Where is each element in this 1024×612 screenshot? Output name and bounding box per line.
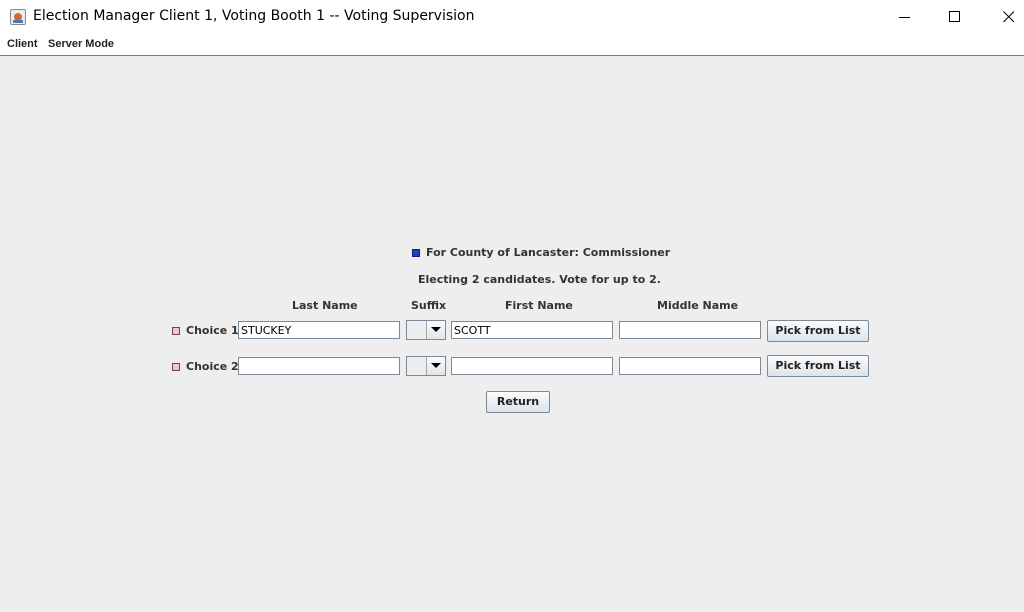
- choice-1-first-name-field[interactable]: SCOTT: [451, 321, 613, 339]
- voting-panel: For County of Lancaster: Commissioner El…: [0, 56, 1024, 612]
- chevron-down-icon: [431, 363, 441, 368]
- menu-client[interactable]: Client: [7, 38, 38, 50]
- minimize-button[interactable]: [882, 0, 928, 35]
- choice-2-last-name-field[interactable]: [238, 357, 400, 375]
- choice-1-middle-name-field[interactable]: [619, 321, 761, 339]
- column-header-first-name: First Name: [505, 299, 573, 312]
- menu-server-mode[interactable]: Server Mode: [48, 38, 114, 50]
- choice-1-marker-icon: [172, 327, 180, 335]
- choice-1-pick-from-list-button[interactable]: Pick from List: [767, 320, 869, 342]
- java-cup-icon: [10, 9, 26, 25]
- maximize-icon: [949, 11, 960, 22]
- contest-marker-icon: [412, 249, 420, 257]
- close-button[interactable]: [986, 0, 1024, 35]
- choice-2-marker-icon: [172, 363, 180, 371]
- contest-instructions: Electing 2 candidates. Vote for up to 2.: [418, 273, 661, 286]
- column-header-middle-name: Middle Name: [657, 299, 739, 312]
- choice-2-label: Choice 2:: [186, 360, 244, 373]
- minimize-icon: [899, 17, 910, 18]
- column-header-suffix: Suffix: [411, 299, 447, 312]
- column-header-last-name: Last Name: [292, 299, 358, 312]
- window-title: Election Manager Client 1, Voting Booth …: [33, 8, 475, 24]
- choice-2-suffix-dropdown[interactable]: [406, 356, 446, 376]
- choice-1-suffix-arrow[interactable]: [426, 321, 445, 339]
- return-button[interactable]: Return: [486, 391, 550, 413]
- chevron-down-icon: [431, 327, 441, 332]
- choice-1-label: Choice 1:: [186, 324, 244, 337]
- choice-1-last-name-field[interactable]: STUCKEY: [238, 321, 400, 339]
- contest-title: For County of Lancaster: Commissioner: [426, 246, 671, 259]
- maximize-button[interactable]: [932, 0, 978, 35]
- title-bar[interactable]: Election Manager Client 1, Voting Booth …: [0, 0, 1024, 35]
- choice-1-suffix-dropdown[interactable]: [406, 320, 446, 340]
- choice-2-first-name-field[interactable]: [451, 357, 613, 375]
- menu-bar: Client Server Mode: [0, 35, 1024, 56]
- choice-2-pick-from-list-button[interactable]: Pick from List: [767, 355, 869, 377]
- choice-2-middle-name-field[interactable]: [619, 357, 761, 375]
- close-icon: [1003, 11, 1015, 23]
- choice-2-suffix-arrow[interactable]: [426, 357, 445, 375]
